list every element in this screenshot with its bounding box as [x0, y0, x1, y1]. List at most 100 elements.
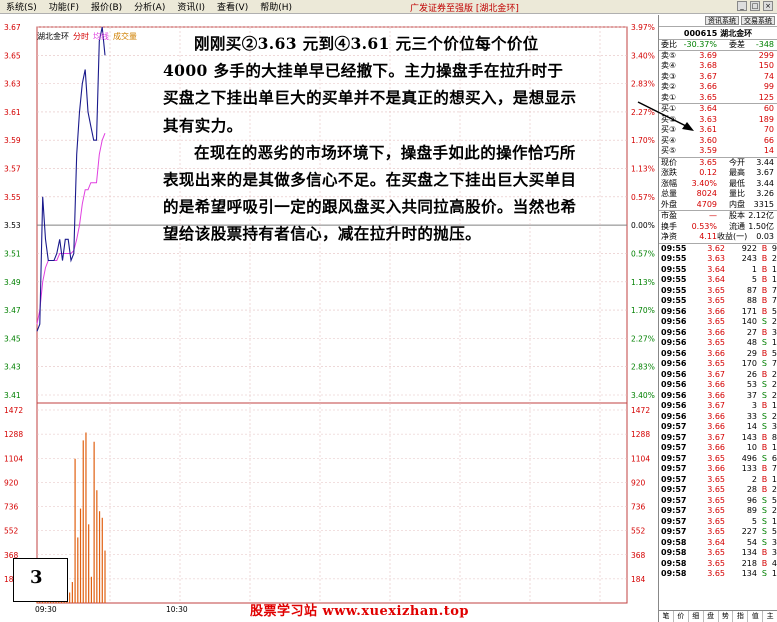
tick-price: 3.66	[707, 422, 725, 431]
tick-row[interactable]: 09:58 3.65 134 B 3	[659, 548, 777, 559]
menu-help[interactable]: 帮助(H)	[254, 0, 298, 13]
tick-row[interactable]: 09:57 3.67 143 B 8	[659, 433, 777, 444]
weibi-label: 委比	[661, 40, 677, 49]
panel-tab-指[interactable]: 指	[733, 611, 749, 622]
buy-volume: 60	[763, 104, 774, 113]
tick-row[interactable]: 09:55 3.64 5 B 1	[659, 275, 777, 286]
tick-time: 09:58	[661, 569, 687, 578]
tab-info-system[interactable]: 资讯系统	[705, 16, 739, 25]
maximize-icon[interactable]: □	[750, 1, 760, 11]
window-controls: _ □ ×	[737, 1, 773, 11]
tick-row[interactable]: 09:57 3.66 14 S 3	[659, 422, 777, 433]
price-line	[36, 26, 106, 332]
buy-volume: 70	[763, 125, 774, 134]
pct-axis-label: 1.70%	[631, 306, 655, 315]
sell-price: 3.68	[699, 61, 717, 70]
tick-row[interactable]: 09:55 3.63 243 B 2	[659, 254, 777, 265]
buy-row: 买① 3.64 60	[659, 104, 777, 115]
menu-analysis[interactable]: 分析(A)	[128, 0, 171, 13]
tick-row[interactable]: 09:55 3.65 87 B 7	[659, 286, 777, 297]
tick-price: 3.65	[707, 569, 725, 578]
tick-side: B	[761, 485, 768, 494]
tick-row[interactable]: 09:56 3.67 3 B 1	[659, 401, 777, 412]
tick-row[interactable]: 09:56 3.65 140 S 2	[659, 317, 777, 328]
tick-row[interactable]: 09:57 3.65 89 S 2	[659, 506, 777, 517]
tick-row[interactable]: 09:57 3.65 227 S 5	[659, 527, 777, 538]
stat-label: 今开	[729, 157, 745, 167]
tick-row[interactable]: 09:57 3.65 5 S 1	[659, 517, 777, 528]
tick-row[interactable]: 09:56 3.66 37 S 2	[659, 391, 777, 402]
tick-side: S	[761, 411, 767, 421]
menu-view[interactable]: 查看(V)	[211, 0, 254, 13]
tick-row[interactable]: 09:56 3.66 27 B 3	[659, 328, 777, 339]
price-axis-label: 3.59	[4, 136, 21, 145]
volume-axis-label-right: 1472	[631, 406, 650, 415]
tick-row[interactable]: 09:58 3.65 134 S 1	[659, 569, 777, 580]
panel-tab-势[interactable]: 势	[719, 611, 734, 622]
tick-row[interactable]: 09:58 3.64 54 S 3	[659, 538, 777, 549]
tick-list[interactable]: 09:55 3.62 922 B 9 09:55 3.63 243 B 2 09:55 3.64 1 B 1…	[659, 244, 777, 580]
panel-tab-盘[interactable]: 盘	[704, 611, 719, 622]
tick-row[interactable]: 09:57 3.66 133 B 7	[659, 464, 777, 475]
tick-row[interactable]: 09:56 3.67 26 B 2	[659, 370, 777, 381]
tick-row[interactable]: 09:57 3.65 96 S 5	[659, 496, 777, 507]
menu-system[interactable]: 系统(S)	[0, 0, 43, 13]
buy-price: 3.60	[699, 135, 717, 145]
pct-axis-label: 0.57%	[631, 193, 655, 202]
stat-row: 涨跌 0.12 最高 3.67	[659, 168, 777, 179]
tick-row[interactable]: 09:57 3.65 28 B 2	[659, 485, 777, 496]
panel-tab-笔[interactable]: 笔	[659, 611, 674, 622]
close-icon[interactable]: ×	[763, 1, 773, 11]
tick-time: 09:55	[661, 275, 687, 284]
tick-row[interactable]: 09:56 3.66 29 B 5	[659, 349, 777, 360]
tick-count: 6	[771, 453, 777, 463]
tick-side: B	[761, 348, 768, 358]
tick-side: B	[761, 464, 768, 473]
tick-row[interactable]: 09:56 3.66 171 B 5	[659, 307, 777, 318]
app-title: 广发证券至强版 [湖北金环]	[410, 4, 519, 14]
tick-row[interactable]: 09:56 3.65 48 S 1	[659, 338, 777, 349]
panel-tab-值[interactable]: 值	[748, 611, 764, 622]
tick-volume: 33	[746, 411, 757, 421]
legend-volume: 成交量	[113, 32, 137, 41]
tick-volume: 26	[746, 369, 757, 379]
tick-row[interactable]: 09:56 3.66 33 S 2	[659, 412, 777, 423]
tick-row[interactable]: 09:58 3.65 218 B 4	[659, 559, 777, 570]
tick-row[interactable]: 09:56 3.65 170 S 7	[659, 359, 777, 370]
tick-row[interactable]: 09:57 3.65 2 B 1	[659, 475, 777, 486]
tick-row[interactable]: 09:57 3.65 496 S 6	[659, 454, 777, 465]
menu-info[interactable]: 资讯(I)	[171, 0, 211, 13]
stat-row: 市盈 — 股本 2.12亿	[659, 211, 777, 222]
panel-tab-价[interactable]: 价	[674, 611, 689, 622]
tick-count: 1	[771, 338, 777, 347]
tick-volume: 5	[751, 516, 757, 526]
buy-price: 3.61	[699, 125, 717, 134]
minimize-icon[interactable]: _	[737, 1, 747, 11]
tick-time: 09:56	[661, 411, 687, 421]
footer-watermark: 股票学习站 www.xuexizhan.top	[250, 604, 469, 619]
tick-time: 09:57	[661, 432, 687, 442]
panel-tab-细[interactable]: 细	[689, 611, 704, 622]
tick-price: 3.64	[707, 264, 725, 274]
tick-price: 3.66	[707, 348, 725, 358]
tick-row[interactable]: 09:55 3.64 1 B 1	[659, 265, 777, 276]
tick-row[interactable]: 09:56 3.66 53 S 2	[659, 380, 777, 391]
stat-value: 0.03	[756, 232, 774, 241]
pct-axis-label: 3.97%	[631, 23, 655, 32]
stat-label: 内盘	[729, 199, 745, 209]
panel-tab-主[interactable]: 主	[763, 611, 777, 622]
tick-time: 09:56	[661, 327, 687, 337]
price-axis-label: 3.63	[4, 80, 21, 89]
pct-axis-label: 2.83%	[631, 80, 655, 89]
menu-quote[interactable]: 报价(B)	[85, 0, 128, 13]
tick-side: B	[761, 432, 768, 442]
tick-row[interactable]: 09:55 3.62 922 B 9	[659, 244, 777, 255]
menu-function[interactable]: 功能(F)	[43, 0, 85, 13]
tab-trade-system[interactable]: 交易系统	[741, 16, 775, 25]
tick-row[interactable]: 09:57 3.66 10 B 1	[659, 443, 777, 454]
tick-row[interactable]: 09:55 3.65 88 B 7	[659, 296, 777, 307]
sell-orders: 卖⑤ 3.69 299 卖④ 3.68 150 卖③ 3.67 74 卖② 3.66 99 卖① 3.65…	[659, 51, 777, 104]
